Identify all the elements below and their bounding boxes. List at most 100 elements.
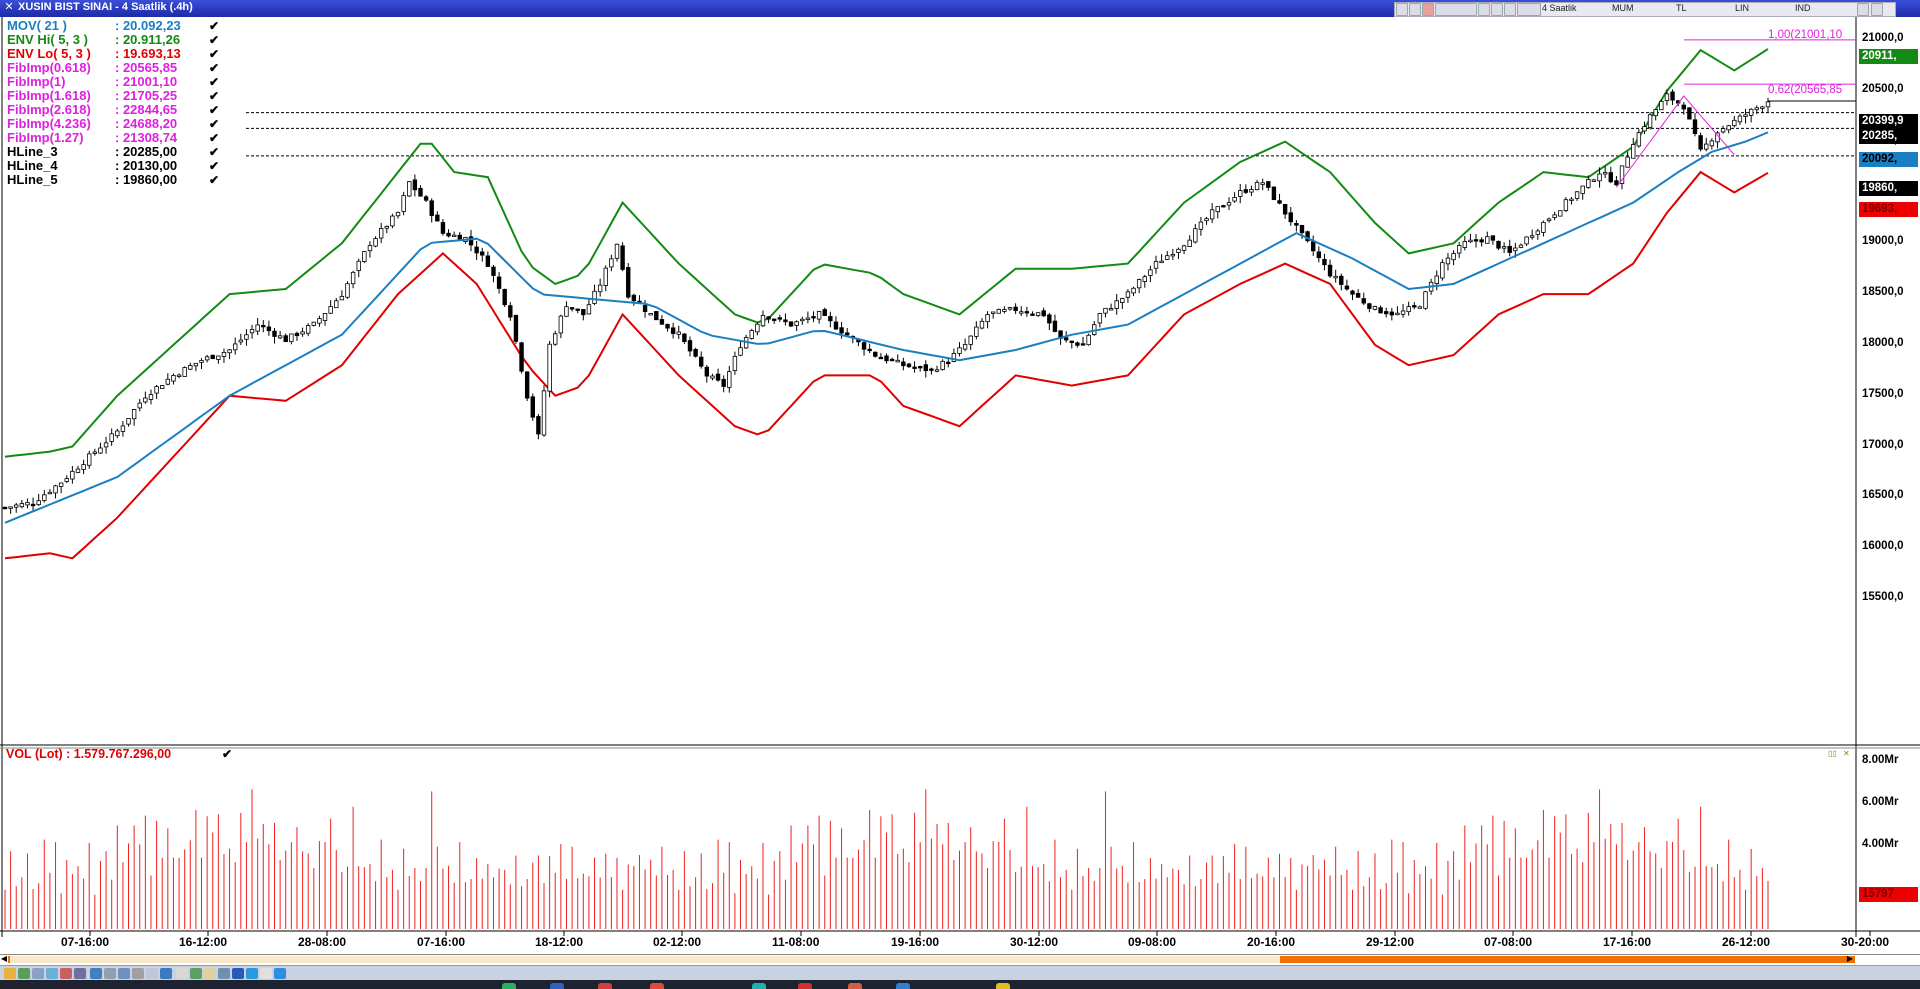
scale-selector[interactable]: LIN	[1735, 3, 1749, 14]
candle-body	[704, 366, 710, 377]
scroll-left-icon[interactable]: ◀	[0, 954, 8, 963]
candle-body	[867, 348, 872, 352]
grid-icon[interactable]	[18, 968, 30, 979]
scroll-right-icon[interactable]: ▶	[1846, 954, 1854, 963]
candle-body	[1344, 285, 1350, 290]
candle-body	[962, 344, 968, 350]
legend-check-icon[interactable]: ✔	[209, 47, 219, 61]
window-icon[interactable]	[176, 968, 188, 979]
legend-check-icon[interactable]: ✔	[209, 61, 219, 75]
time-axis-label: 26-12:00	[1722, 935, 1771, 949]
legend-check-icon[interactable]: ✔	[209, 131, 219, 145]
taskbar-app-7-icon[interactable]	[848, 983, 862, 989]
candle-body	[1311, 241, 1316, 252]
candle-body	[1732, 119, 1737, 127]
candle-body	[1518, 244, 1524, 248]
taskbar-app-6-icon[interactable]	[798, 983, 812, 989]
search-icon[interactable]	[90, 968, 102, 979]
candle-body	[70, 470, 75, 480]
candle-body	[131, 409, 137, 420]
legend-check-icon[interactable]: ✔	[209, 173, 219, 187]
candle-body	[530, 396, 535, 418]
candle-body	[1367, 303, 1372, 309]
window-minimize-icon[interactable]	[1857, 3, 1869, 16]
twitter-icon[interactable]	[246, 968, 258, 979]
time-axis-label: 07-08:00	[1484, 935, 1533, 949]
taskbar-app-9-icon[interactable]	[996, 983, 1010, 989]
legend-check-icon[interactable]: ✔	[209, 89, 219, 103]
chart-style-selector[interactable]: MUM	[1612, 3, 1634, 14]
print-icon[interactable]	[132, 968, 144, 979]
export-icon[interactable]	[218, 968, 230, 979]
taskbar-app-8-icon[interactable]	[896, 983, 910, 989]
candle-body	[1625, 156, 1630, 168]
layout-icon[interactable]	[46, 968, 58, 979]
candle-body	[1541, 221, 1546, 233]
price-chart-canvas[interactable]	[0, 17, 1920, 954]
legend-check-icon[interactable]: ✔	[209, 159, 219, 173]
candle-body	[946, 361, 951, 365]
taskbar-app-3-icon[interactable]	[598, 983, 612, 989]
document-icon[interactable]	[118, 968, 130, 979]
legend-check-icon[interactable]: ✔	[209, 145, 219, 159]
legend-check-icon[interactable]: ✔	[209, 117, 219, 131]
candle-body	[1670, 91, 1675, 101]
note-icon[interactable]	[204, 968, 216, 979]
scrollbar-thumb[interactable]	[10, 956, 1280, 963]
toolbar-copy-icon[interactable]	[1409, 3, 1421, 16]
checklist-icon[interactable]	[190, 968, 202, 979]
toolbar-template-dropdown[interactable]	[1435, 3, 1477, 16]
taskbar-app-1-icon[interactable]	[502, 983, 516, 989]
currency-selector[interactable]: TL	[1676, 3, 1687, 14]
calculator-icon[interactable]	[74, 968, 86, 979]
volume-axis-label-6: 6.00Mr	[1862, 796, 1899, 808]
palette-icon[interactable]	[60, 968, 72, 979]
period-selector[interactable]: 4 Saatlik	[1542, 3, 1577, 14]
legend-check-icon[interactable]: ✔	[209, 33, 219, 47]
candle-body	[1614, 180, 1619, 186]
legend-check-icon[interactable]: ✔	[209, 103, 219, 117]
candle-body	[1142, 276, 1147, 282]
toolbar-cursor-icon[interactable]	[1504, 3, 1516, 16]
taskbar-app-5-icon[interactable]	[752, 983, 766, 989]
link-icon[interactable]	[104, 968, 116, 979]
candle-body	[581, 309, 586, 316]
candle-body	[300, 331, 305, 335]
chart-icon[interactable]	[32, 968, 44, 979]
taskbar-app-2-icon[interactable]	[550, 983, 564, 989]
toolbar-config-icon[interactable]	[1396, 3, 1408, 16]
candle-body	[508, 305, 513, 318]
candle-body	[289, 333, 294, 342]
toolbar-delete-icon[interactable]	[1422, 3, 1434, 16]
pane-restore-icon[interactable]: ▯▯	[1828, 749, 1837, 758]
candle-body	[1136, 279, 1142, 289]
candle-body	[345, 283, 350, 298]
folder-icon[interactable]	[4, 968, 16, 979]
candle-body	[1473, 239, 1479, 242]
share-icon[interactable]	[260, 968, 272, 979]
taskbar-app-4-icon[interactable]	[650, 983, 664, 989]
candle-body	[92, 451, 98, 454]
facebook-icon[interactable]	[232, 968, 244, 979]
volume-check-icon[interactable]: ✔	[222, 747, 232, 761]
legend-check-icon[interactable]: ✔	[209, 19, 219, 33]
time-axis-label: 20-16:00	[1247, 935, 1296, 949]
candle-body	[120, 425, 126, 432]
candle-body	[1462, 241, 1468, 248]
legend-value: : 20130,00	[115, 158, 178, 173]
candle-body	[395, 212, 401, 217]
settings-icon[interactable]	[146, 968, 158, 979]
legend-value: : 20285,00	[115, 144, 178, 159]
help-icon[interactable]	[274, 968, 286, 979]
legend-check-icon[interactable]: ✔	[209, 75, 219, 89]
window-maximize-icon[interactable]	[1871, 3, 1883, 16]
candle-body	[154, 386, 159, 394]
table-icon[interactable]	[160, 968, 172, 979]
close-icon[interactable]: ✕	[3, 1, 15, 14]
toolbar-zoom-icon[interactable]	[1491, 3, 1503, 16]
candle-body	[1760, 106, 1765, 109]
indicator-selector[interactable]: IND	[1795, 3, 1811, 14]
toolbar-draw-icon[interactable]	[1478, 3, 1490, 16]
toolbar-tools-icon[interactable]	[1517, 3, 1541, 16]
pane-close-icon[interactable]: ✕	[1843, 749, 1850, 758]
